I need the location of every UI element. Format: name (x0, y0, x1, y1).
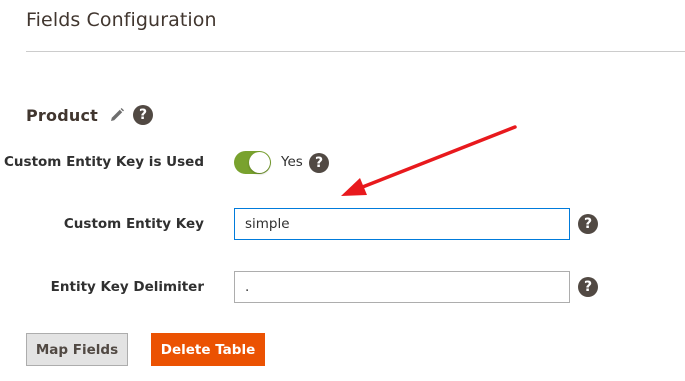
section-title: Product (26, 105, 98, 125)
delete-table-button[interactable]: Delete Table (151, 333, 265, 366)
annotation-arrow (341, 125, 517, 196)
help-icon[interactable]: ? (578, 277, 598, 297)
custom-entity-key-used-label: Custom Entity Key is Used (4, 154, 204, 170)
help-icon[interactable]: ? (578, 214, 598, 234)
help-icon[interactable]: ? (133, 105, 153, 125)
custom-entity-key-input[interactable] (234, 208, 570, 240)
help-icon[interactable]: ? (309, 153, 329, 173)
entity-key-delimiter-label: Entity Key Delimiter (50, 279, 204, 295)
pencil-icon[interactable] (109, 107, 125, 123)
page-title: Fields Configuration (26, 9, 217, 31)
custom-entity-key-label: Custom Entity Key (63, 216, 204, 232)
toggle-state-text: Yes (281, 154, 303, 170)
entity-key-delimiter-input[interactable] (234, 271, 570, 303)
toggle-knob (249, 152, 270, 173)
custom-entity-key-used-toggle[interactable] (234, 151, 271, 174)
title-divider (26, 51, 685, 52)
section-header: Product ? (26, 103, 153, 127)
map-fields-button[interactable]: Map Fields (26, 333, 128, 366)
